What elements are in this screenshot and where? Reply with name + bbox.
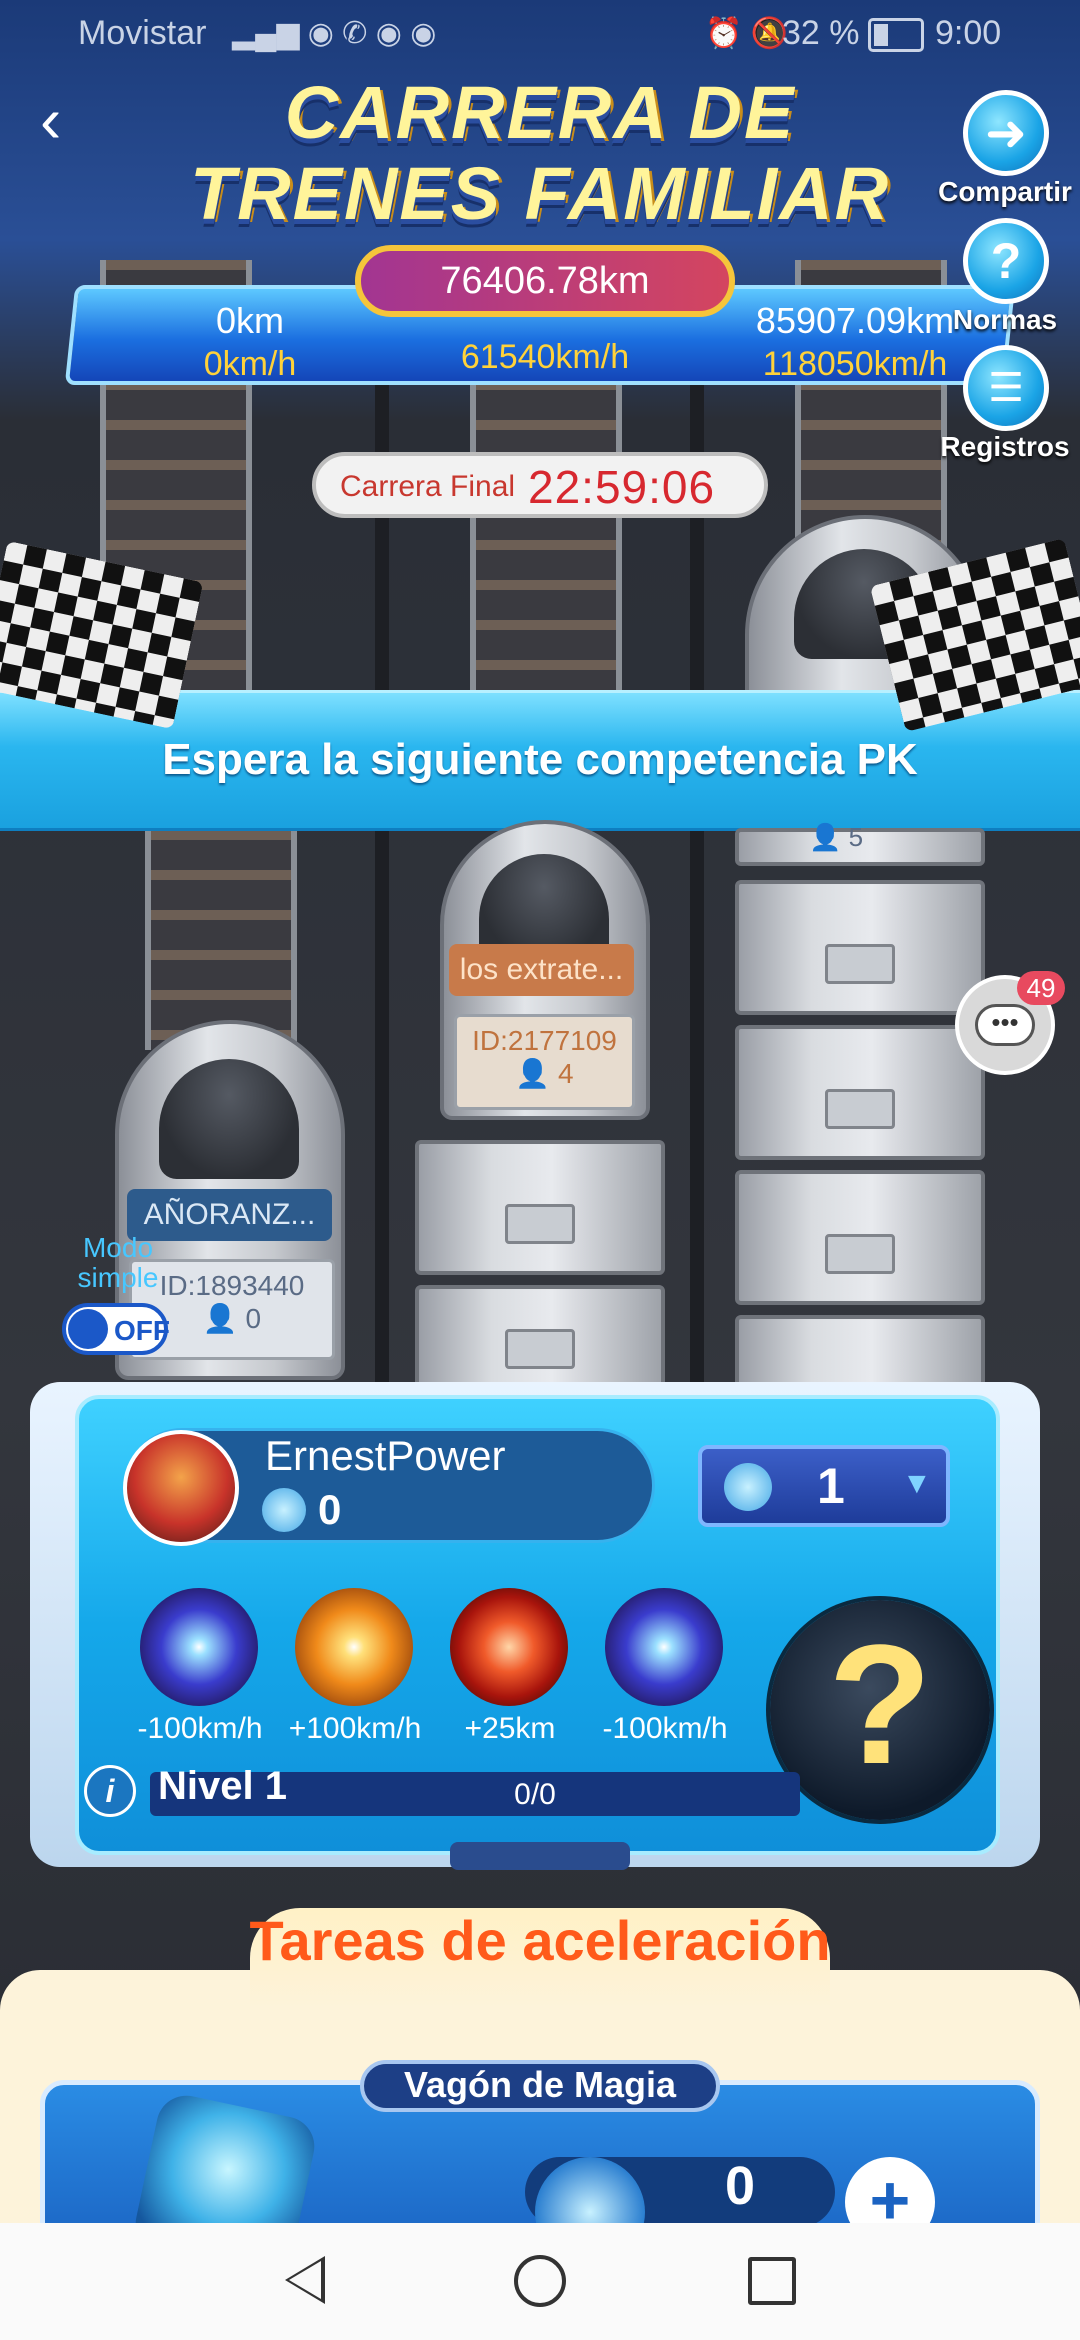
user-icon: 👤 <box>202 1303 238 1334</box>
orange-burst-icon[interactable] <box>295 1588 413 1706</box>
carrier-label: Movistar <box>78 14 207 52</box>
back-button[interactable]: ‹ <box>40 88 110 160</box>
simple-mode-label: Modo simple <box>77 1232 159 1293</box>
train-car <box>735 1025 985 1160</box>
mystery-box-button[interactable]: ? <box>770 1600 990 1820</box>
title-line-2: TRENES FAMILIAR <box>189 152 891 235</box>
magic-counter: 0 <box>725 2156 756 2216</box>
blue-burst-icon[interactable] <box>140 1588 258 1706</box>
tasks-title: Tareas de aceleración <box>249 1909 831 1972</box>
signal-icon: ▂▄▆ ◉ ✆ ◉ ◉ <box>232 17 437 50</box>
question-icon: ? <box>828 1610 932 1800</box>
info-icon[interactable]: i <box>84 1765 136 1817</box>
magic-wagon-title: Vagón de Magia <box>360 2060 720 2112</box>
share-button[interactable]: ➜ Compartir <box>935 90 1075 208</box>
train-car <box>415 1285 665 1395</box>
nav-bar <box>0 2223 1080 2340</box>
toggle-state: OFF <box>114 1315 170 1346</box>
notes-icon: ☰ <box>963 345 1049 431</box>
left-speed: 0km/h <box>203 345 297 383</box>
train-name-tag: los extrate... <box>449 944 634 996</box>
player-gems: 0 <box>318 1486 342 1533</box>
title-line-1: CARRERA DE <box>284 71 796 154</box>
bet-selector[interactable]: 1 ▼ <box>698 1445 950 1527</box>
rules-button[interactable]: ? Normas <box>935 218 1075 336</box>
train-car <box>735 1170 985 1305</box>
clock: 9:00 <box>935 14 1002 52</box>
train-locomotive-middle: los extrate... ID:2177109 👤 4 <box>440 820 650 1120</box>
level-label: Nivel 1 <box>158 1764 287 1808</box>
train-id-tag: ID:2177109 👤 4 <box>454 1014 635 1110</box>
chevron-left-icon: ‹ <box>40 84 62 156</box>
chat-bubble-icon: ••• <box>975 1004 1035 1046</box>
bet-amount: 1 <box>817 1458 845 1514</box>
rail-track-left <box>145 830 297 1050</box>
train-car <box>415 1140 665 1275</box>
status-bar: Movistar ▂▄▆ ◉ ✆ ◉ ◉ ⏰ 🔕 32 % 9:00 <box>0 0 1080 70</box>
nav-recents-icon[interactable] <box>748 2257 796 2305</box>
gem-icon <box>724 1463 772 1511</box>
train-id-tag: 👤 5 <box>735 822 985 866</box>
battery-icon <box>868 18 924 52</box>
skill-label: -100km/h <box>602 1712 728 1745</box>
nav-home-icon[interactable] <box>514 2255 566 2307</box>
share-label: Compartir <box>938 176 1072 207</box>
battery-percent: 32 % <box>782 14 860 52</box>
center-speed: 61540km/h <box>460 338 630 376</box>
user-icon: 👤 <box>515 1058 551 1089</box>
chat-badge: 49 <box>1017 971 1065 1005</box>
chevron-down-icon: ▼ <box>902 1467 932 1500</box>
train-car <box>735 880 985 1015</box>
train-member-count: 4 <box>558 1058 574 1089</box>
simple-mode-toggle[interactable]: OFF <box>62 1303 170 1355</box>
level-progress-text: 0/0 <box>514 1778 556 1811</box>
train-member-count: 0 <box>245 1303 262 1334</box>
user-icon: 👤 <box>809 822 842 852</box>
skill-label: +25km <box>464 1712 556 1745</box>
total-distance-pill: 76406.78km <box>355 245 735 317</box>
blue-burst-icon[interactable] <box>605 1588 723 1706</box>
banner-text: Espera la siguiente competencia PK <box>162 735 918 784</box>
skill-label: -100km/h <box>137 1712 263 1745</box>
records-button[interactable]: ☰ Registros <box>935 345 1075 463</box>
avatar[interactable] <box>123 1430 239 1546</box>
train-members: 👤 4 <box>457 1057 632 1090</box>
player-name: ErnestPower <box>265 1432 506 1479</box>
page-title: CARRERA DE TRENES FAMILIAR <box>120 70 960 236</box>
skill-label: +100km/h <box>288 1712 422 1745</box>
chat-button[interactable]: ••• 49 <box>955 971 1065 1075</box>
train-member-count: 5 <box>848 822 864 852</box>
red-spring-icon[interactable] <box>450 1588 568 1706</box>
countdown-label: Carrera Final <box>340 470 516 503</box>
left-distance: 0km <box>215 300 284 341</box>
alarm-icon: ⏰ 🔕 <box>705 17 789 50</box>
train-id: ID:2177109 <box>472 1025 617 1056</box>
gem-icon <box>262 1488 306 1532</box>
rules-label: Normas <box>952 304 1058 335</box>
records-label: Registros <box>940 431 1070 462</box>
countdown-time: 22:59:06 <box>528 461 716 513</box>
countdown-pill: Carrera Final 22:59:06 <box>312 452 768 518</box>
question-icon: ? <box>963 218 1049 304</box>
share-arrow-icon: ➜ <box>963 90 1049 176</box>
panel-tab <box>450 1842 630 1870</box>
